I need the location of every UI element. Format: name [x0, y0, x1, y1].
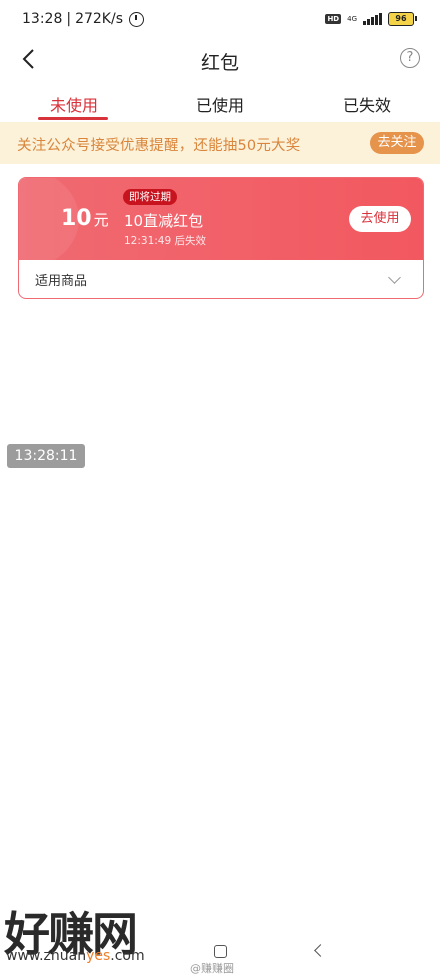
applicable-products-row[interactable]: 适用商品: [19, 260, 423, 298]
coupon-name: 10直减红包: [124, 212, 204, 230]
status-divider: |: [66, 11, 72, 27]
help-icon[interactable]: ?: [400, 48, 420, 68]
applicable-products-label: 适用商品: [35, 274, 88, 289]
status-speed: 272K/s: [75, 11, 123, 27]
coupon-amount: 10 元: [61, 206, 109, 231]
signal-icon: [363, 13, 382, 25]
status-left: 13:28 | 272K/s: [22, 11, 144, 27]
hd-icon: HD: [325, 14, 342, 24]
page-title: 红包: [200, 52, 239, 74]
coupon-amount-value: 10: [61, 206, 92, 231]
watermark-url-highlight: yes: [86, 948, 111, 964]
nav-back-icon[interactable]: [314, 944, 327, 957]
network-label: 4G: [347, 15, 357, 23]
tabs: 未使用 已使用 已失效: [0, 84, 440, 120]
status-right: HD 4G 96: [325, 12, 417, 26]
battery-icon: 96: [388, 12, 417, 26]
follow-notice-bar: 关注公众号接受优惠提醒，还能抽50元大奖 去关注: [0, 122, 440, 164]
timestamp-overlay: 13:28:11: [7, 444, 85, 468]
coupon-countdown: 12:31:49 后失效: [124, 235, 206, 247]
watermark-url-suffix: .com: [110, 948, 145, 964]
use-button[interactable]: 去使用: [349, 206, 411, 232]
tab-used[interactable]: 已使用: [196, 92, 244, 116]
notice-text: 关注公众号接受优惠提醒，还能抽50元大奖: [17, 138, 301, 154]
watermark-weibo: @赚赚圈: [190, 962, 234, 975]
watermark-url-prefix: www.zhuan: [6, 948, 87, 964]
coupon-amount-unit: 元: [93, 211, 109, 229]
coupon-header: 10 元 即将过期 10直减红包 12:31:49 后失效 去使用: [19, 178, 423, 270]
tab-unused[interactable]: 未使用: [50, 92, 98, 116]
coupon-card: 10 元 即将过期 10直减红包 12:31:49 后失效 去使用 适用商品: [18, 177, 424, 299]
tab-active-indicator: [38, 117, 108, 120]
status-bar: 13:28 | 272K/s HD 4G 96: [0, 0, 440, 40]
status-time: 13:28: [22, 11, 63, 27]
tab-expired[interactable]: 已失效: [343, 92, 391, 116]
home-icon[interactable]: [214, 945, 227, 958]
watermark-url: www.zhuanyes.com: [6, 948, 145, 964]
header: 红包 ?: [0, 40, 440, 80]
follow-button[interactable]: 去关注: [370, 132, 424, 154]
alarm-icon: [129, 11, 144, 27]
expiring-badge: 即将过期: [123, 189, 177, 205]
chevron-down-icon[interactable]: [388, 271, 401, 284]
